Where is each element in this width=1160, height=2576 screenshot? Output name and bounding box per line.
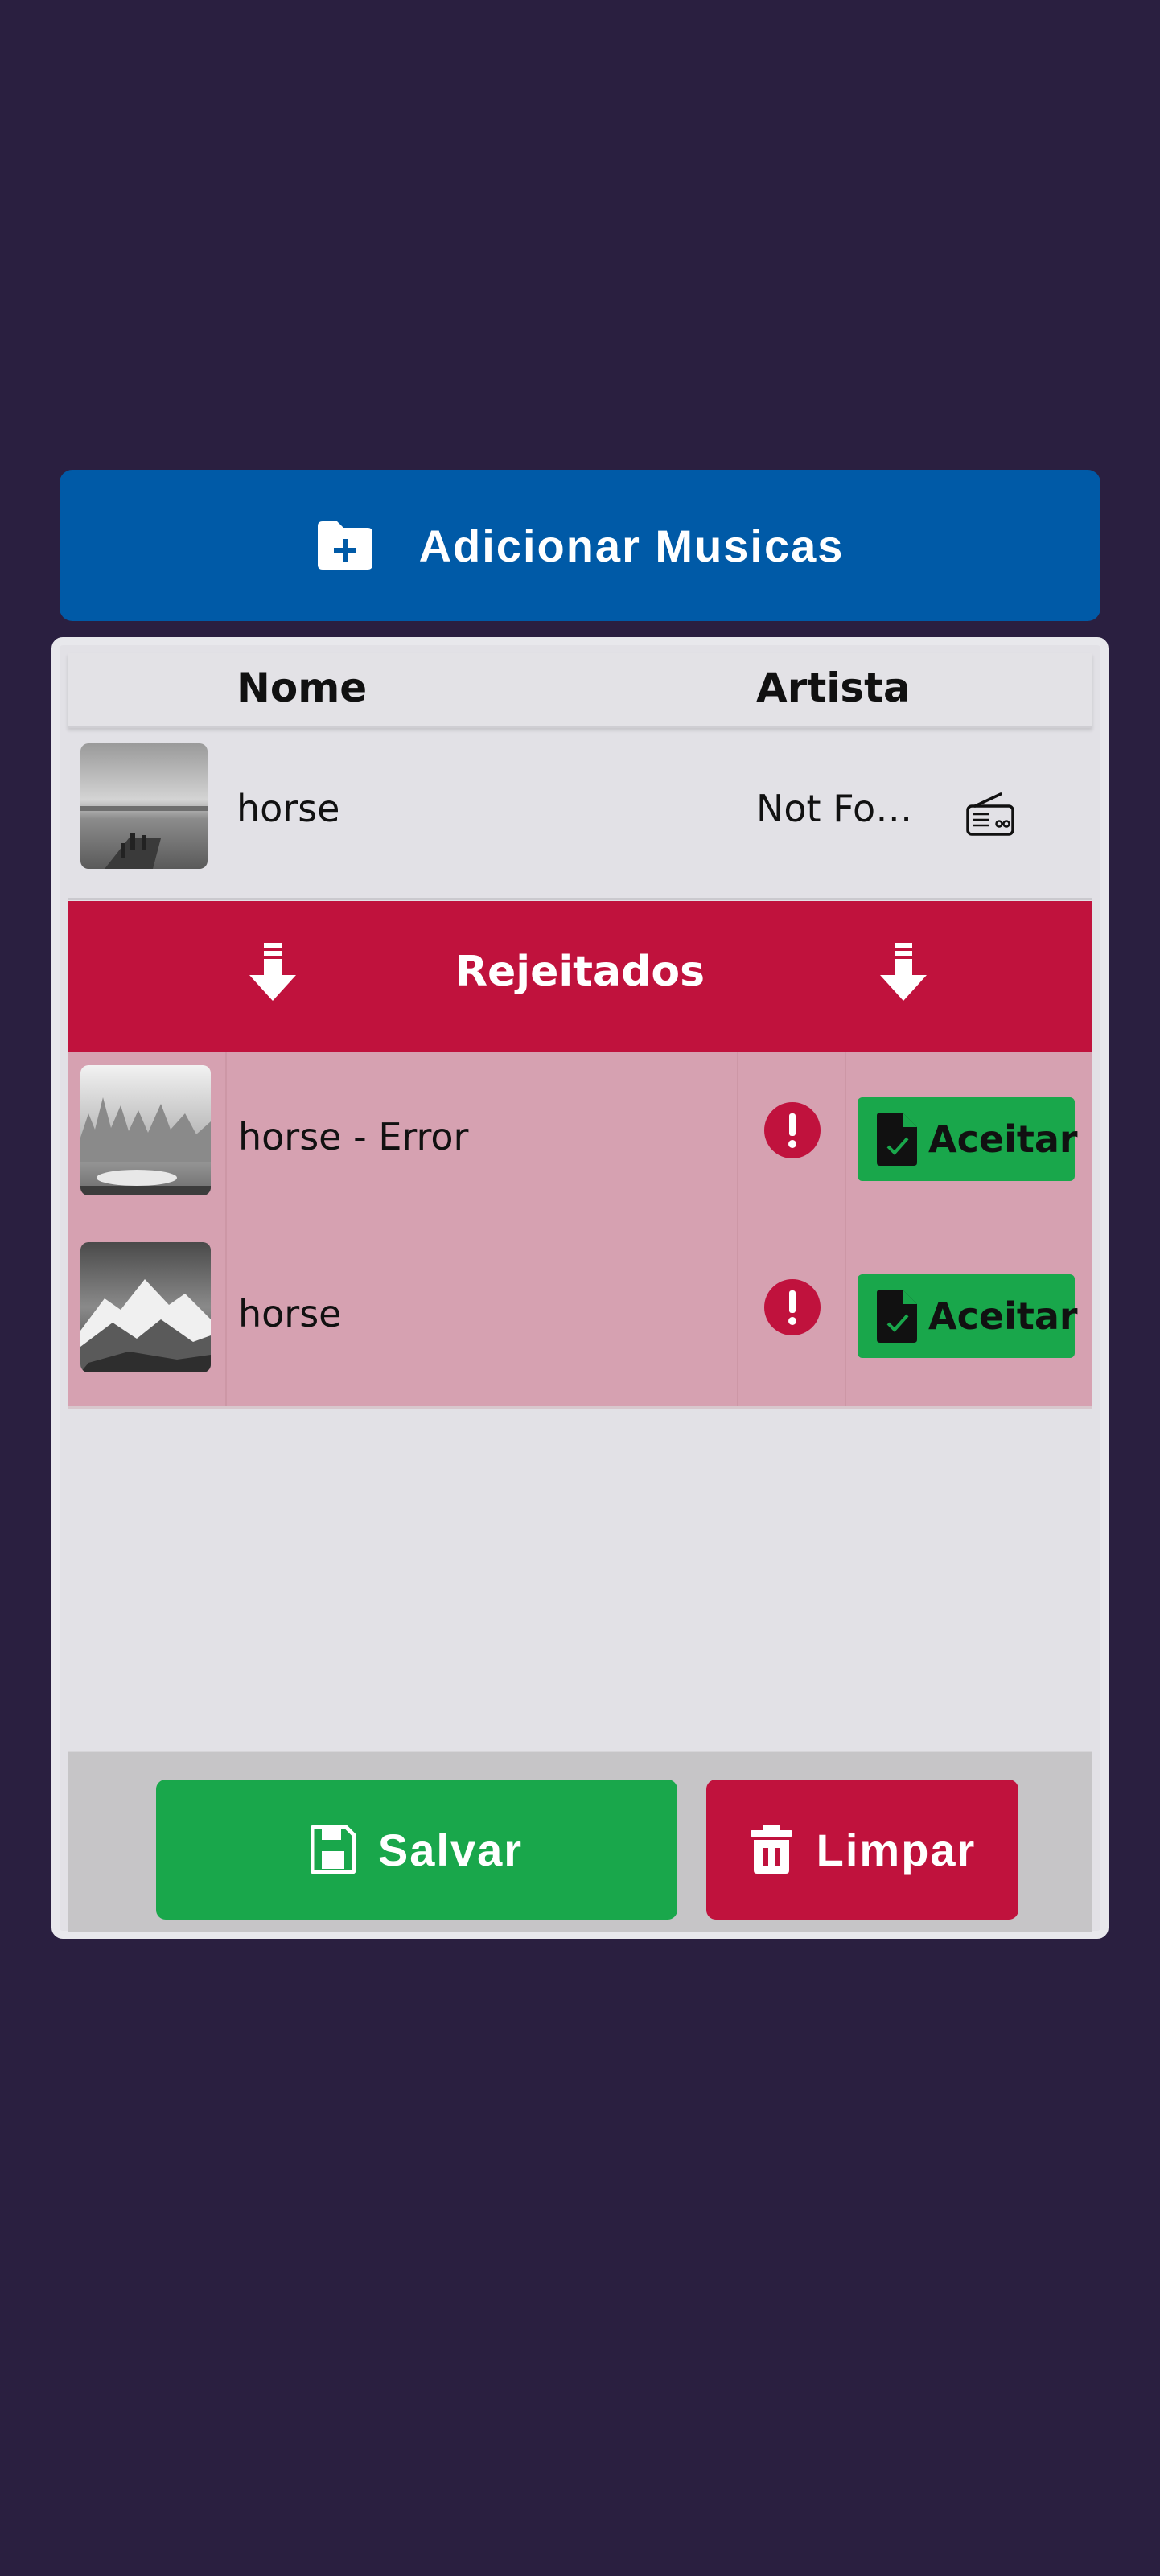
divider (225, 1229, 227, 1406)
accept-button[interactable]: Aceitar (858, 1274, 1078, 1358)
rejected-row[interactable]: horse - Error Aceitar (68, 1052, 1092, 1232)
save-label: Salvar (377, 1824, 524, 1875)
clear-label: Limpar (816, 1824, 977, 1875)
rejected-row[interactable]: horse Aceitar (68, 1229, 1092, 1409)
add-music-button[interactable]: Adicionar Musicas (60, 470, 1100, 621)
accept-button[interactable]: Aceitar (858, 1097, 1078, 1181)
divider (225, 1052, 227, 1229)
table-header: Nome Artista (68, 653, 1092, 728)
accept-label: Aceitar (928, 1294, 1078, 1338)
track-thumbnail (80, 743, 208, 869)
arrow-down-icon (880, 943, 927, 1001)
exclamation-icon (764, 1102, 821, 1158)
radio-icon[interactable] (965, 792, 1015, 837)
folder-plus-icon (317, 521, 372, 570)
divider (737, 1229, 738, 1406)
file-check-icon (877, 1113, 917, 1166)
column-header-artist: Artista (756, 665, 911, 711)
rejected-track-name: horse - Error (238, 1115, 469, 1158)
rejected-section-header: Rejeitados (68, 901, 1092, 1052)
column-header-name: Nome (237, 665, 368, 711)
track-name: horse (237, 787, 340, 830)
divider (845, 1052, 846, 1229)
divider (845, 1229, 846, 1406)
clear-button[interactable]: Limpar (706, 1780, 1018, 1920)
add-music-label: Adicionar Musicas (418, 520, 845, 571)
rejected-track-name: horse (238, 1292, 342, 1335)
save-button[interactable]: Salvar (156, 1780, 677, 1920)
rejected-title: Rejeitados (455, 948, 705, 996)
footer-actions: Salvar Limpar (68, 1751, 1092, 1932)
trash-icon (750, 1825, 792, 1874)
track-artist: Not Found (756, 787, 933, 830)
music-list-panel: Nome Artista horse Not Found Rejeitados … (51, 637, 1109, 1939)
divider (737, 1052, 738, 1229)
track-thumbnail (80, 1065, 211, 1195)
table-row[interactable]: horse Not Found (68, 730, 1092, 900)
track-thumbnail (80, 1242, 211, 1372)
accept-label: Aceitar (928, 1117, 1078, 1161)
file-check-icon (877, 1290, 917, 1343)
floppy-disk-icon (310, 1825, 356, 1874)
exclamation-icon (764, 1279, 821, 1335)
